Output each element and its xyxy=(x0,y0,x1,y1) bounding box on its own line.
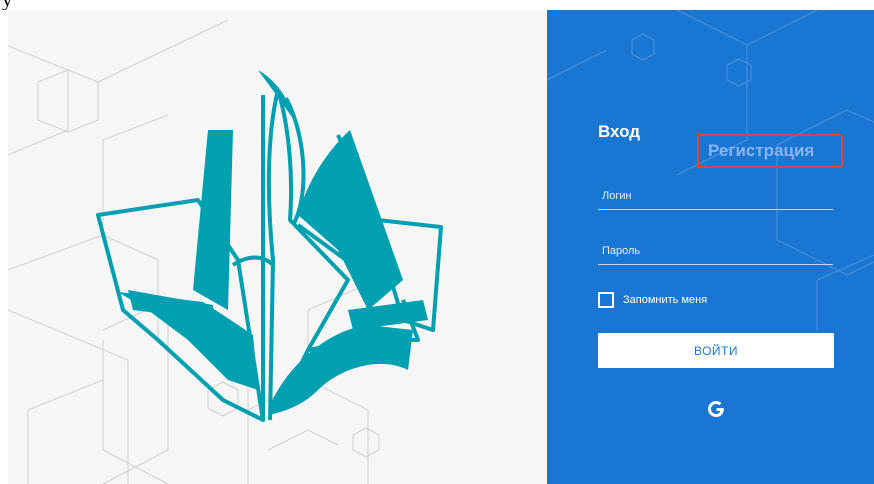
remember-me-checkbox[interactable] xyxy=(598,292,614,308)
login-submit-button[interactable]: ВОЙТИ xyxy=(598,333,834,368)
google-signin-button[interactable] xyxy=(702,395,730,423)
password-field xyxy=(598,238,833,265)
login-panel: Вход Регистрация Запомнить меня ВОЙТИ xyxy=(547,10,874,484)
google-icon xyxy=(708,401,724,417)
tab-register[interactable]: Регистрация xyxy=(697,134,843,168)
password-input[interactable] xyxy=(598,238,833,264)
remember-me-label: Запомнить меня xyxy=(623,294,708,306)
remember-me-toggle[interactable]: Запомнить меня xyxy=(598,290,707,310)
login-field xyxy=(598,183,833,210)
login-input[interactable] xyxy=(598,183,833,209)
book-logo xyxy=(96,70,443,422)
document-top-strip: у xyxy=(0,0,874,10)
cropped-caption-text: у xyxy=(2,0,13,10)
tab-login[interactable]: Вход xyxy=(598,122,640,142)
branding-panel xyxy=(8,10,547,484)
